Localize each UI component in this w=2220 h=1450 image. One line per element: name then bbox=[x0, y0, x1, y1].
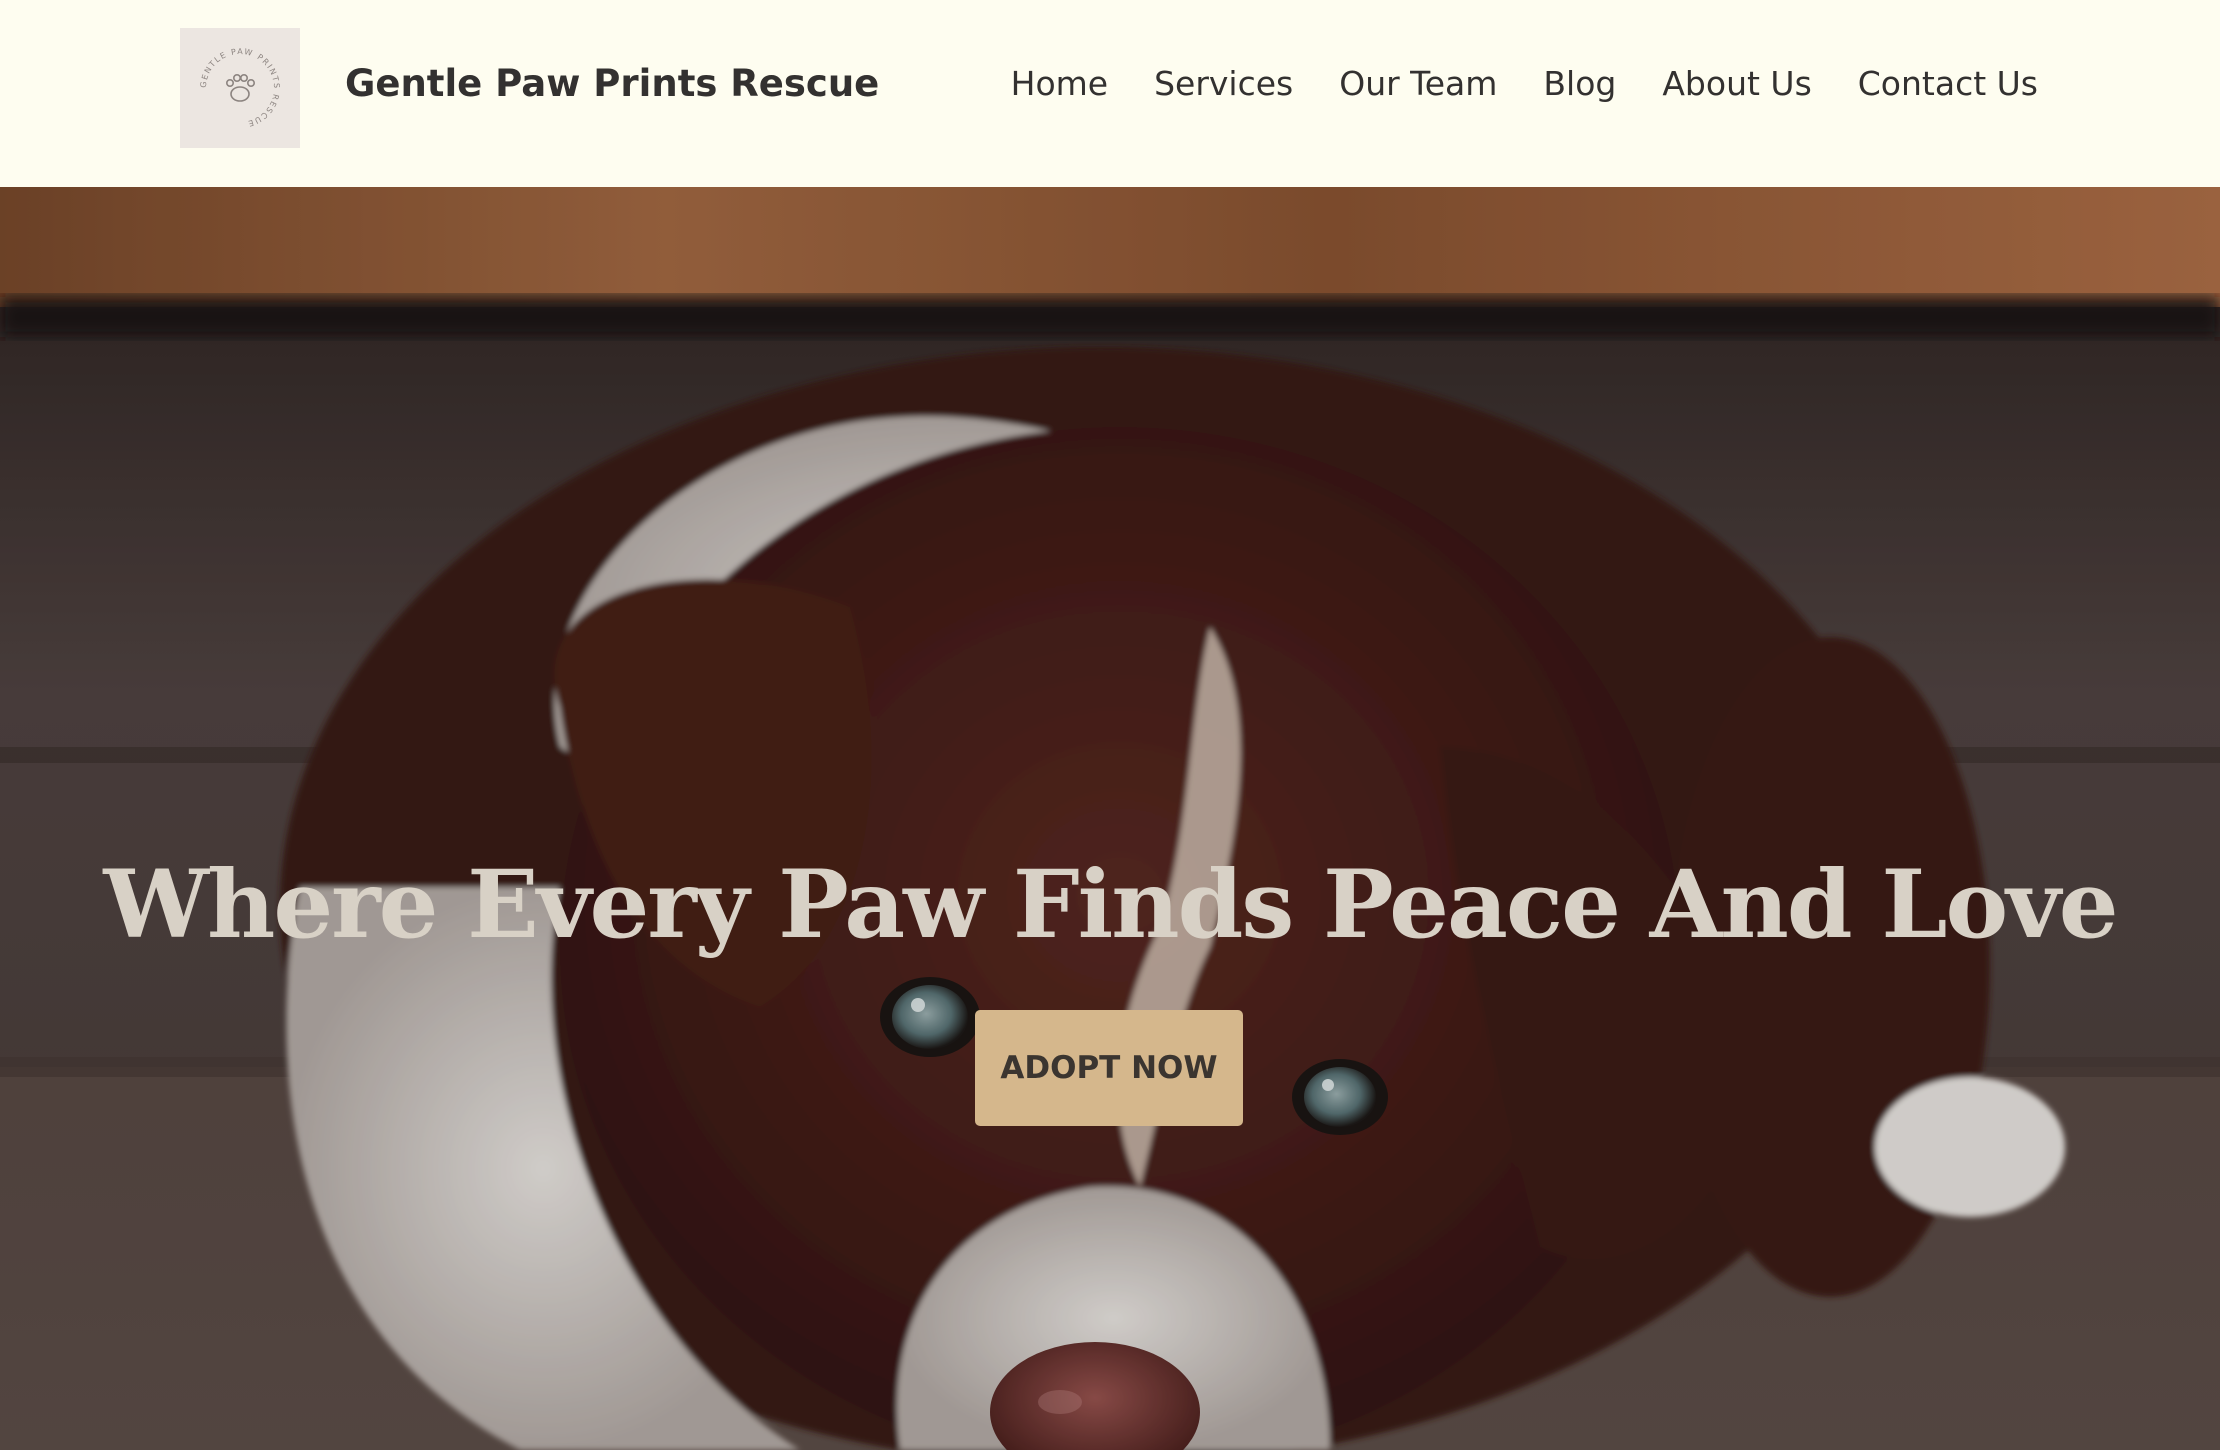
site-logo[interactable]: GENTLE PAW PRINTS RESCUE bbox=[180, 28, 300, 148]
site-title[interactable]: Gentle Paw Prints Rescue bbox=[345, 62, 879, 105]
nav-services[interactable]: Services bbox=[1154, 64, 1293, 103]
nav-our-team[interactable]: Our Team bbox=[1339, 64, 1497, 103]
hero-puppy-image bbox=[0, 187, 2220, 1450]
nav-contact-us[interactable]: Contact Us bbox=[1858, 64, 2038, 103]
main-nav: Home Services Our Team Blog About Us Con… bbox=[1011, 64, 2038, 103]
site-header: GENTLE PAW PRINTS RESCUE Gentle Paw Prin… bbox=[0, 0, 2220, 187]
nav-blog[interactable]: Blog bbox=[1543, 64, 1616, 103]
hero-section: Where Every Paw Finds Peace And Love ADO… bbox=[0, 187, 2220, 1450]
nav-home[interactable]: Home bbox=[1011, 64, 1108, 103]
adopt-now-button[interactable]: ADOPT NOW bbox=[975, 1010, 1243, 1126]
hero-headline: Where Every Paw Finds Peace And Love bbox=[103, 850, 2118, 960]
nav-about-us[interactable]: About Us bbox=[1662, 64, 1811, 103]
paw-badge-icon: GENTLE PAW PRINTS RESCUE bbox=[199, 47, 280, 128]
